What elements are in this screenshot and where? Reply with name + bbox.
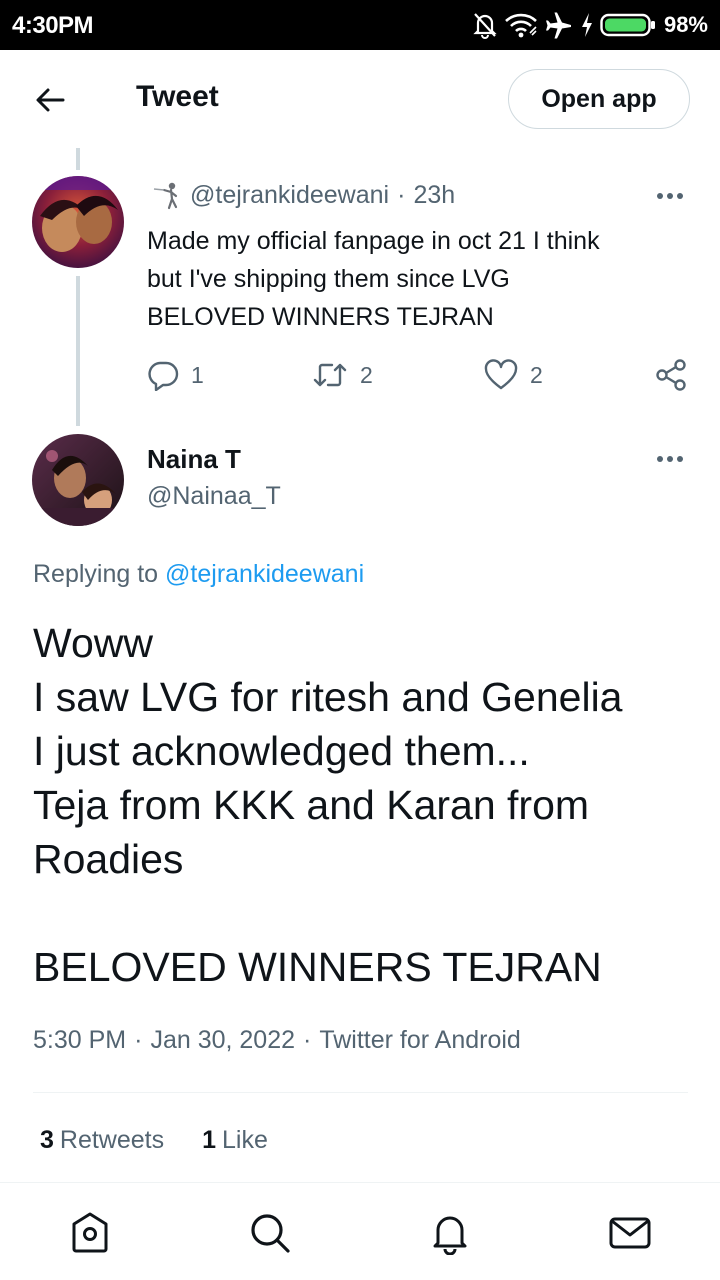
thread-line	[76, 276, 80, 426]
tweet-text: Woww I saw LVG for ritesh and Genelia I …	[33, 616, 693, 994]
parent-time-ago[interactable]: 23h	[413, 181, 455, 210]
parent-text-line: but I've shipping them since LVG	[147, 265, 510, 293]
tweet-text-line: I saw LVG for ritesh and Genelia	[33, 674, 623, 720]
search-icon	[251, 1214, 290, 1253]
back-button[interactable]	[22, 72, 78, 128]
parent-tweet-actions: 1 2 2	[147, 352, 692, 398]
author-avatar[interactable]	[32, 434, 124, 526]
open-app-button[interactable]: Open app	[508, 69, 690, 129]
replying-to: Replying to @tejrankideewani	[33, 560, 364, 589]
retweets-count: 3	[40, 1126, 54, 1154]
timestamp-separator: ·	[303, 1026, 312, 1054]
parent-text-line: Made my official fanpage in oct 21 I thi…	[147, 227, 600, 255]
nav-search[interactable]	[246, 1209, 294, 1257]
parent-more-button[interactable]	[650, 184, 690, 208]
bottom-nav	[0, 1182, 720, 1280]
airplane-icon	[544, 11, 574, 39]
retweets-stat[interactable]: 3 Retweets	[40, 1126, 164, 1155]
tweet-time[interactable]: 5:30 PM	[33, 1026, 126, 1054]
tweet-more-button[interactable]	[650, 447, 690, 471]
likes-count: 1	[202, 1126, 217, 1154]
more-dot	[657, 456, 663, 462]
charging-icon	[580, 12, 594, 38]
fencer-emoji-icon	[152, 180, 182, 210]
likes-stat[interactable]: 1 Like	[202, 1126, 268, 1155]
parent-avatar[interactable]	[32, 176, 124, 268]
retweet-button[interactable]: 2	[312, 352, 373, 398]
page-title: Tweet	[136, 80, 219, 113]
reply-icon	[148, 361, 179, 391]
share-button[interactable]	[654, 352, 688, 398]
battery-percentage: 98%	[663, 12, 708, 37]
messages-icon	[609, 1217, 651, 1249]
muted-bell-icon	[472, 11, 498, 39]
battery-icon	[600, 12, 656, 38]
tweet-text-line: Teja from KKK and Karan from	[33, 782, 590, 828]
status-bar: 4:30PM 98%	[0, 0, 720, 50]
replying-mention[interactable]: @tejrankideewani	[165, 560, 364, 588]
heart-icon	[484, 359, 518, 390]
nav-home[interactable]	[66, 1209, 114, 1257]
likes-label: Like	[222, 1126, 268, 1154]
tweet-text-line: BELOVED WINNERS TEJRAN	[33, 944, 602, 990]
status-time: 4:30PM	[12, 12, 94, 39]
like-count: 2	[530, 361, 543, 388]
more-dot	[657, 193, 663, 199]
tweet-date[interactable]: Jan 30, 2022	[150, 1026, 295, 1054]
tweet-stats: 3 Retweets 1 Like	[40, 1126, 268, 1155]
timestamp-separator: ·	[134, 1026, 143, 1054]
parent-tweet-meta: @tejrankideewani · 23h	[152, 178, 455, 212]
replying-prefix: Replying to	[33, 560, 159, 588]
nav-notifications[interactable]	[426, 1209, 474, 1257]
top-bar: Tweet Open app	[0, 50, 720, 148]
reply-count: 1	[191, 361, 204, 388]
reply-button[interactable]: 1	[147, 352, 204, 398]
retweet-count: 2	[360, 361, 373, 388]
parent-handle[interactable]: @tejrankideewani	[190, 181, 389, 210]
retweet-icon	[313, 363, 347, 387]
thread-line-top	[76, 148, 80, 170]
more-dot	[667, 193, 673, 199]
parent-tweet-text: Made my official fanpage in oct 21 I thi…	[147, 222, 687, 336]
tweet-client[interactable]: Twitter for Android	[319, 1026, 520, 1054]
tweet-timestamp: 5:30 PM · Jan 30, 2022 · Twitter for Android	[33, 1026, 521, 1055]
home-icon	[72, 1212, 108, 1253]
tweet-text-line: Woww	[33, 620, 153, 666]
wifi-icon	[504, 11, 538, 39]
nav-messages[interactable]	[606, 1209, 654, 1257]
more-dot	[667, 456, 673, 462]
back-arrow-icon	[36, 88, 65, 112]
notifications-icon	[433, 1216, 467, 1255]
author-handle[interactable]: @Nainaa_T	[147, 482, 281, 511]
author-name[interactable]: Naina T	[147, 444, 241, 475]
status-icons: 98%	[472, 9, 708, 41]
divider	[33, 1092, 688, 1093]
more-dot	[677, 193, 683, 199]
tweet-text-line: I just acknowledged them...	[33, 728, 530, 774]
like-button[interactable]: 2	[484, 352, 543, 398]
retweets-label: Retweets	[59, 1126, 165, 1154]
tweet-text-line: Roadies	[33, 836, 184, 882]
more-dot	[677, 456, 683, 462]
share-icon	[656, 359, 686, 391]
parent-text-line: BELOVED WINNERS TEJRAN	[147, 303, 494, 331]
meta-separator: ·	[397, 180, 406, 209]
